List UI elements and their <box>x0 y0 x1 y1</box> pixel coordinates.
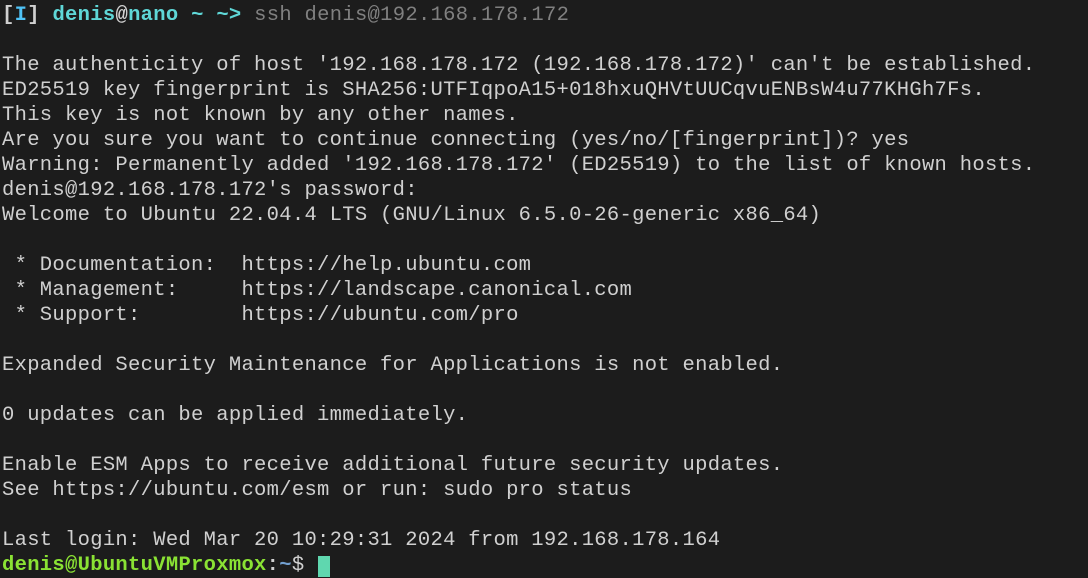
prompt-at: @ <box>115 4 128 27</box>
output-blank <box>2 328 1086 353</box>
output-line: Enable ESM Apps to receive additional fu… <box>2 453 1086 478</box>
output-line: This key is not known by any other names… <box>2 103 1086 128</box>
prompt2-dollar: $ <box>292 554 305 577</box>
prompt-host: nano <box>128 4 178 27</box>
terminal[interactable]: [I] denis@nano ~ ~> ssh denis@192.168.17… <box>2 3 1086 578</box>
command-text: ssh denis@192.168.178.172 <box>254 4 569 27</box>
output-blank <box>2 228 1086 253</box>
prompt2-path: ~ <box>279 554 292 577</box>
output-blank <box>2 428 1086 453</box>
prompt-arrow: ~> <box>216 4 241 27</box>
output-blank <box>2 28 1086 53</box>
bracket-close: ] <box>27 4 40 27</box>
output-line: Last login: Wed Mar 20 10:29:31 2024 fro… <box>2 528 1086 553</box>
output-line: Expanded Security Maintenance for Applic… <box>2 353 1086 378</box>
output-blank <box>2 378 1086 403</box>
output-line: * Documentation: https://help.ubuntu.com <box>2 253 1086 278</box>
prompt2-at: @ <box>65 554 78 577</box>
prompt-path: ~ <box>191 4 204 27</box>
cursor-icon <box>318 556 330 577</box>
output-line: Are you sure you want to continue connec… <box>2 128 1086 153</box>
output-line: See https://ubuntu.com/esm or run: sudo … <box>2 478 1086 503</box>
vi-mode-indicator: I <box>15 4 28 27</box>
output-line: 0 updates can be applied immediately. <box>2 403 1086 428</box>
output-line: Welcome to Ubuntu 22.04.4 LTS (GNU/Linux… <box>2 203 1086 228</box>
prompt-line-2[interactable]: denis@UbuntuVMProxmox:~$ <box>2 553 1086 578</box>
output-line: * Support: https://ubuntu.com/pro <box>2 303 1086 328</box>
output-blank <box>2 503 1086 528</box>
output-line: denis@192.168.178.172's password: <box>2 178 1086 203</box>
output-line: The authenticity of host '192.168.178.17… <box>2 53 1086 78</box>
prompt2-colon: : <box>267 554 280 577</box>
output-line: ED25519 key fingerprint is SHA256:UTFIqp… <box>2 78 1086 103</box>
output-line: Warning: Permanently added '192.168.178.… <box>2 153 1086 178</box>
prompt-user: denis <box>52 4 115 27</box>
prompt2-host: UbuntuVMProxmox <box>78 554 267 577</box>
output-line: * Management: https://landscape.canonica… <box>2 278 1086 303</box>
prompt-line-1: [I] denis@nano ~ ~> ssh denis@192.168.17… <box>2 3 1086 28</box>
bracket-open: [ <box>2 4 15 27</box>
prompt2-user: denis <box>2 554 65 577</box>
